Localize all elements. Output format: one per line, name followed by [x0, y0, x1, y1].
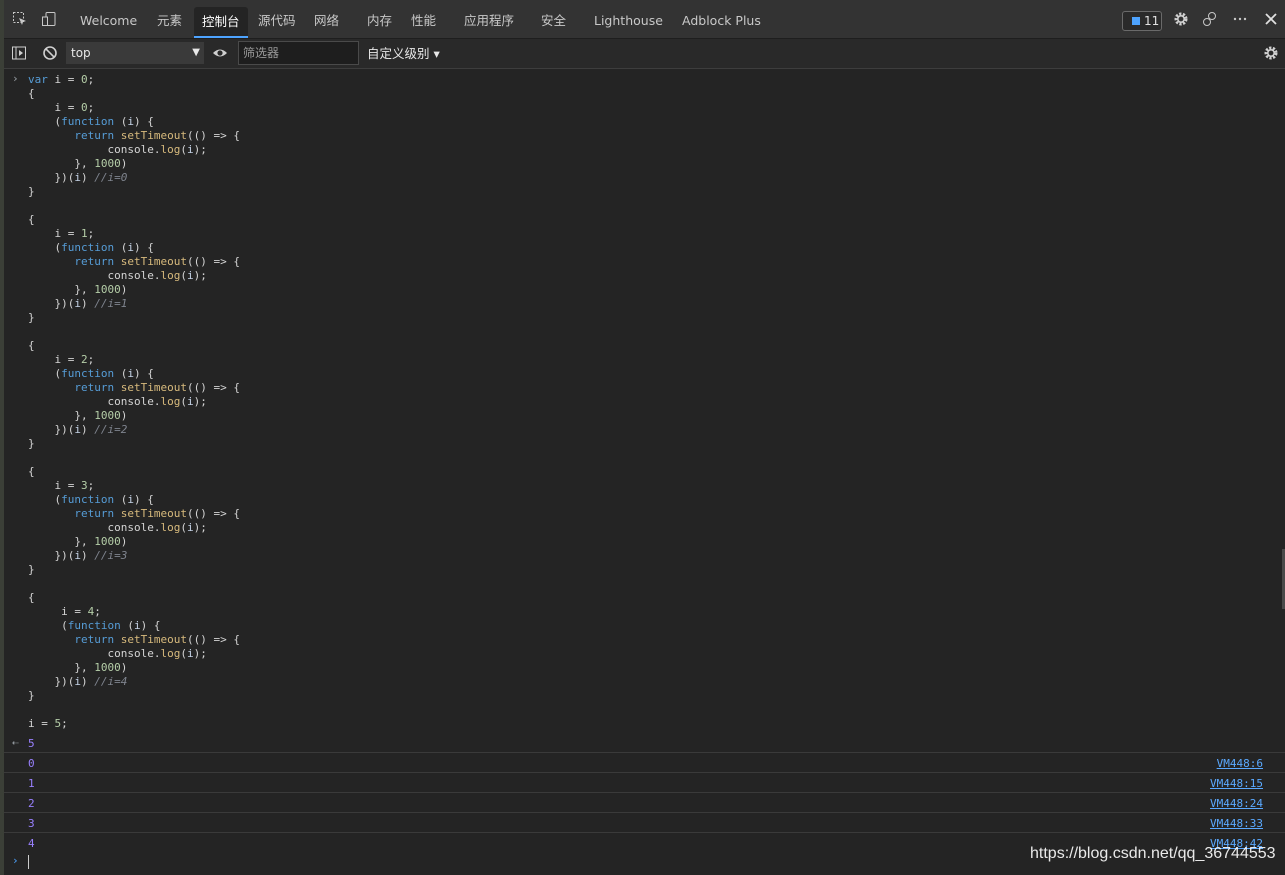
input-prompt-icon: ›: [12, 72, 19, 85]
close-icon[interactable]: [1263, 11, 1279, 27]
gear-icon[interactable]: [1173, 11, 1189, 27]
tab-adblock-plus[interactable]: Adblock Plus: [682, 0, 761, 38]
context-select[interactable]: top ▼: [66, 42, 204, 64]
log-row: 1 VM448:15: [4, 772, 1285, 792]
console-input-caret[interactable]: [28, 855, 29, 869]
log-source-link[interactable]: VM448:24: [1210, 797, 1263, 810]
log-levels-dropdown[interactable]: 自定义级别 ▾: [367, 39, 440, 68]
tab-sources[interactable]: 源代码: [258, 0, 296, 38]
tab-application[interactable]: 应用程序: [464, 0, 514, 38]
issues-flag-icon: [1132, 17, 1140, 25]
console-settings-icon[interactable]: [1263, 45, 1279, 61]
log-value: 3: [28, 817, 35, 830]
more-icon[interactable]: [1232, 11, 1248, 27]
console-toolbar: top ▼ 筛选器 自定义级别 ▾: [4, 39, 1285, 69]
live-expression-icon[interactable]: [212, 45, 228, 61]
devtools-tab-bar: Welcome 元素 控制台 源代码 网络 内存 性能 应用程序 安全 Ligh…: [4, 0, 1285, 39]
device-toggle-icon[interactable]: [41, 11, 57, 27]
customize-icon[interactable]: [1202, 11, 1218, 27]
devtools: Welcome 元素 控制台 源代码 网络 内存 性能 应用程序 安全 Ligh…: [4, 0, 1285, 875]
tab-welcome[interactable]: Welcome: [80, 0, 137, 38]
tab-lighthouse[interactable]: Lighthouse: [594, 0, 663, 38]
context-select-value: top: [71, 46, 91, 60]
log-source-link[interactable]: VM448:6: [1217, 757, 1263, 770]
eval-result: 5: [28, 737, 35, 750]
clear-console-icon[interactable]: [42, 45, 58, 61]
issues-count: 11: [1144, 14, 1160, 28]
console-input-code: var i = 0; { i = 0; (function (i) { retu…: [28, 73, 240, 730]
tab-console[interactable]: 控制台: [194, 7, 248, 38]
sidebar-toggle-icon[interactable]: [11, 45, 27, 61]
log-value: 4: [28, 837, 35, 850]
log-source-link[interactable]: VM448:33: [1210, 817, 1263, 830]
log-row: 3 VM448:33: [4, 812, 1285, 832]
log-source-link[interactable]: VM448:15: [1210, 777, 1263, 790]
console-output: › var i = 0; { i = 0; (function (i) { re…: [4, 69, 1285, 875]
log-value: 1: [28, 777, 35, 790]
log-value: 0: [28, 757, 35, 770]
tab-performance[interactable]: 性能: [411, 0, 436, 38]
result-arrow-icon: ⇠: [12, 736, 19, 749]
console-prompt-icon: ›: [12, 854, 19, 867]
log-row: 0 VM448:6: [4, 752, 1285, 772]
tab-memory[interactable]: 内存: [367, 0, 392, 38]
tab-network[interactable]: 网络: [314, 0, 339, 38]
log-row: 2 VM448:24: [4, 792, 1285, 812]
tab-elements[interactable]: 元素: [157, 0, 182, 38]
inspect-element-icon[interactable]: [12, 11, 28, 27]
filter-input[interactable]: 筛选器: [238, 41, 359, 65]
watermark-url: https://blog.csdn.net/qq_36744553: [1030, 845, 1276, 862]
chevron-down-icon: ▼: [192, 47, 200, 58]
log-value: 2: [28, 797, 35, 810]
tab-security[interactable]: 安全: [541, 0, 566, 38]
issues-badge[interactable]: 11: [1122, 11, 1162, 31]
